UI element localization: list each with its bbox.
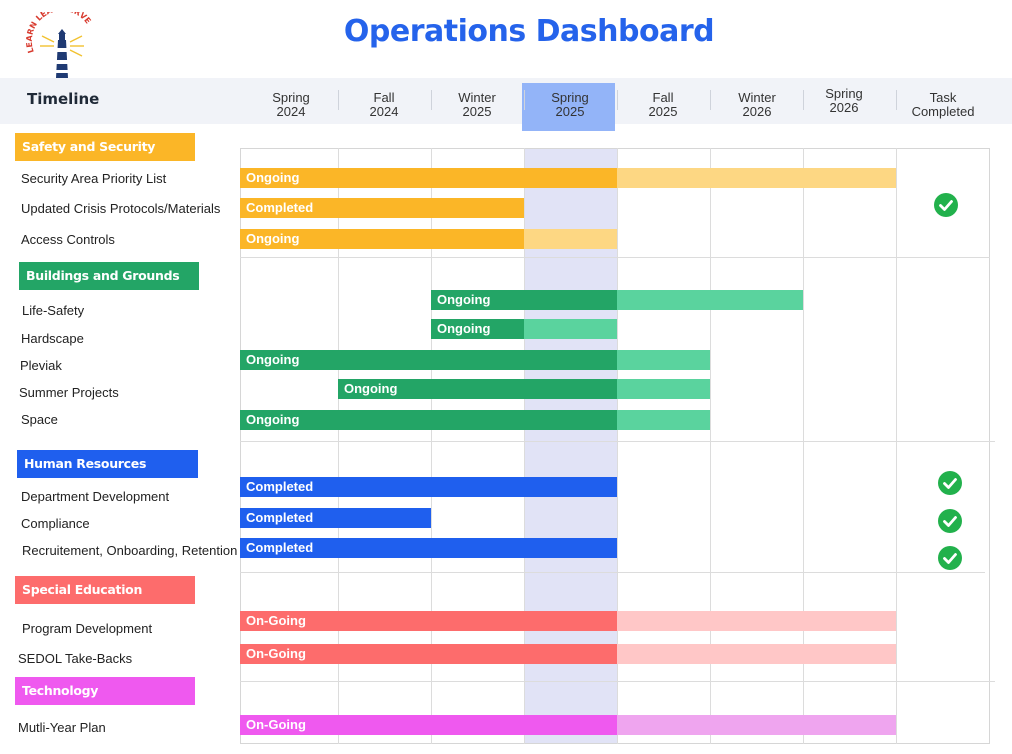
planned-bar <box>617 379 710 399</box>
planned-bar <box>617 644 896 664</box>
task-label: Life-Safety <box>22 303 85 318</box>
task-label: Access Controls <box>21 232 115 247</box>
grid-section-line <box>240 441 995 442</box>
status-label: Ongoing <box>437 292 491 307</box>
planned-bar <box>524 319 617 339</box>
status-label: On-Going <box>246 717 306 732</box>
period-header: Spring 2024 <box>272 90 310 119</box>
status-label: On-Going <box>246 646 306 661</box>
period-header: Fall 2024 <box>369 90 399 119</box>
period-header: Spring 2026 <box>825 86 863 115</box>
page-title: Operations Dashboard <box>343 14 715 49</box>
task-label: Hardscape <box>21 331 84 346</box>
period-header: Spring 2025 <box>551 90 589 119</box>
category-header: Special Education <box>15 576 195 604</box>
grid-section-line <box>240 257 990 258</box>
grid-section-line <box>240 681 995 682</box>
status-label: Ongoing <box>246 352 300 367</box>
task-label: Mutli-Year Plan <box>18 720 106 735</box>
period-separator <box>803 90 804 110</box>
category-header: Safety and Security <box>15 133 195 161</box>
planned-bar <box>617 611 896 631</box>
period-separator <box>710 90 711 110</box>
status-label: Ongoing <box>437 321 491 336</box>
status-label: Ongoing <box>246 412 300 427</box>
task-label: SEDOL Take-Backs <box>18 651 133 666</box>
period-header: Task Completed <box>911 90 975 119</box>
period-separator <box>524 90 525 110</box>
category-header: Human Resources <box>17 450 198 478</box>
status-label: Ongoing <box>344 381 398 396</box>
status-label: On-Going <box>246 613 306 628</box>
planned-bar <box>617 715 896 735</box>
task-label: Program Development <box>22 621 153 636</box>
planned-bar <box>617 410 710 430</box>
task-label: Recruitement, Onboarding, Retention <box>22 543 238 558</box>
task-label: Summer Projects <box>19 385 119 400</box>
grid-column-line <box>896 148 897 744</box>
period-header: Winter 2025 <box>458 90 496 119</box>
period-separator <box>338 90 339 110</box>
status-label: Completed <box>246 200 314 215</box>
task-label: Compliance <box>21 516 90 531</box>
check-icon <box>934 193 958 217</box>
planned-bar <box>617 350 710 370</box>
lighthouse-logo: LEARN LEAD SERVE <box>25 12 93 78</box>
check-icon <box>938 471 962 495</box>
timeline-label: Timeline <box>27 90 100 108</box>
task-label: Security Area Priority List <box>21 171 167 186</box>
period-separator <box>896 90 897 110</box>
period-header: Fall 2025 <box>648 90 678 119</box>
status-label: Completed <box>246 479 314 494</box>
task-label: Pleviak <box>20 358 62 373</box>
status-label: Completed <box>246 540 314 555</box>
task-label: Department Development <box>21 489 170 504</box>
status-label: Completed <box>246 510 314 525</box>
check-icon <box>938 546 962 570</box>
period-header: Winter 2026 <box>738 90 776 119</box>
period-separator <box>617 90 618 110</box>
category-header: Buildings and Grounds <box>19 262 199 290</box>
status-label: Ongoing <box>246 170 300 185</box>
status-label: Ongoing <box>246 231 300 246</box>
task-label: Updated Crisis Protocols/Materials <box>21 201 221 216</box>
period-separator <box>431 90 432 110</box>
check-icon <box>938 509 962 533</box>
category-header: Technology <box>15 677 195 705</box>
planned-bar <box>617 168 896 188</box>
planned-bar <box>617 290 803 310</box>
planned-bar <box>524 229 617 249</box>
grid-section-line <box>240 572 985 573</box>
task-label: Space <box>21 412 58 427</box>
